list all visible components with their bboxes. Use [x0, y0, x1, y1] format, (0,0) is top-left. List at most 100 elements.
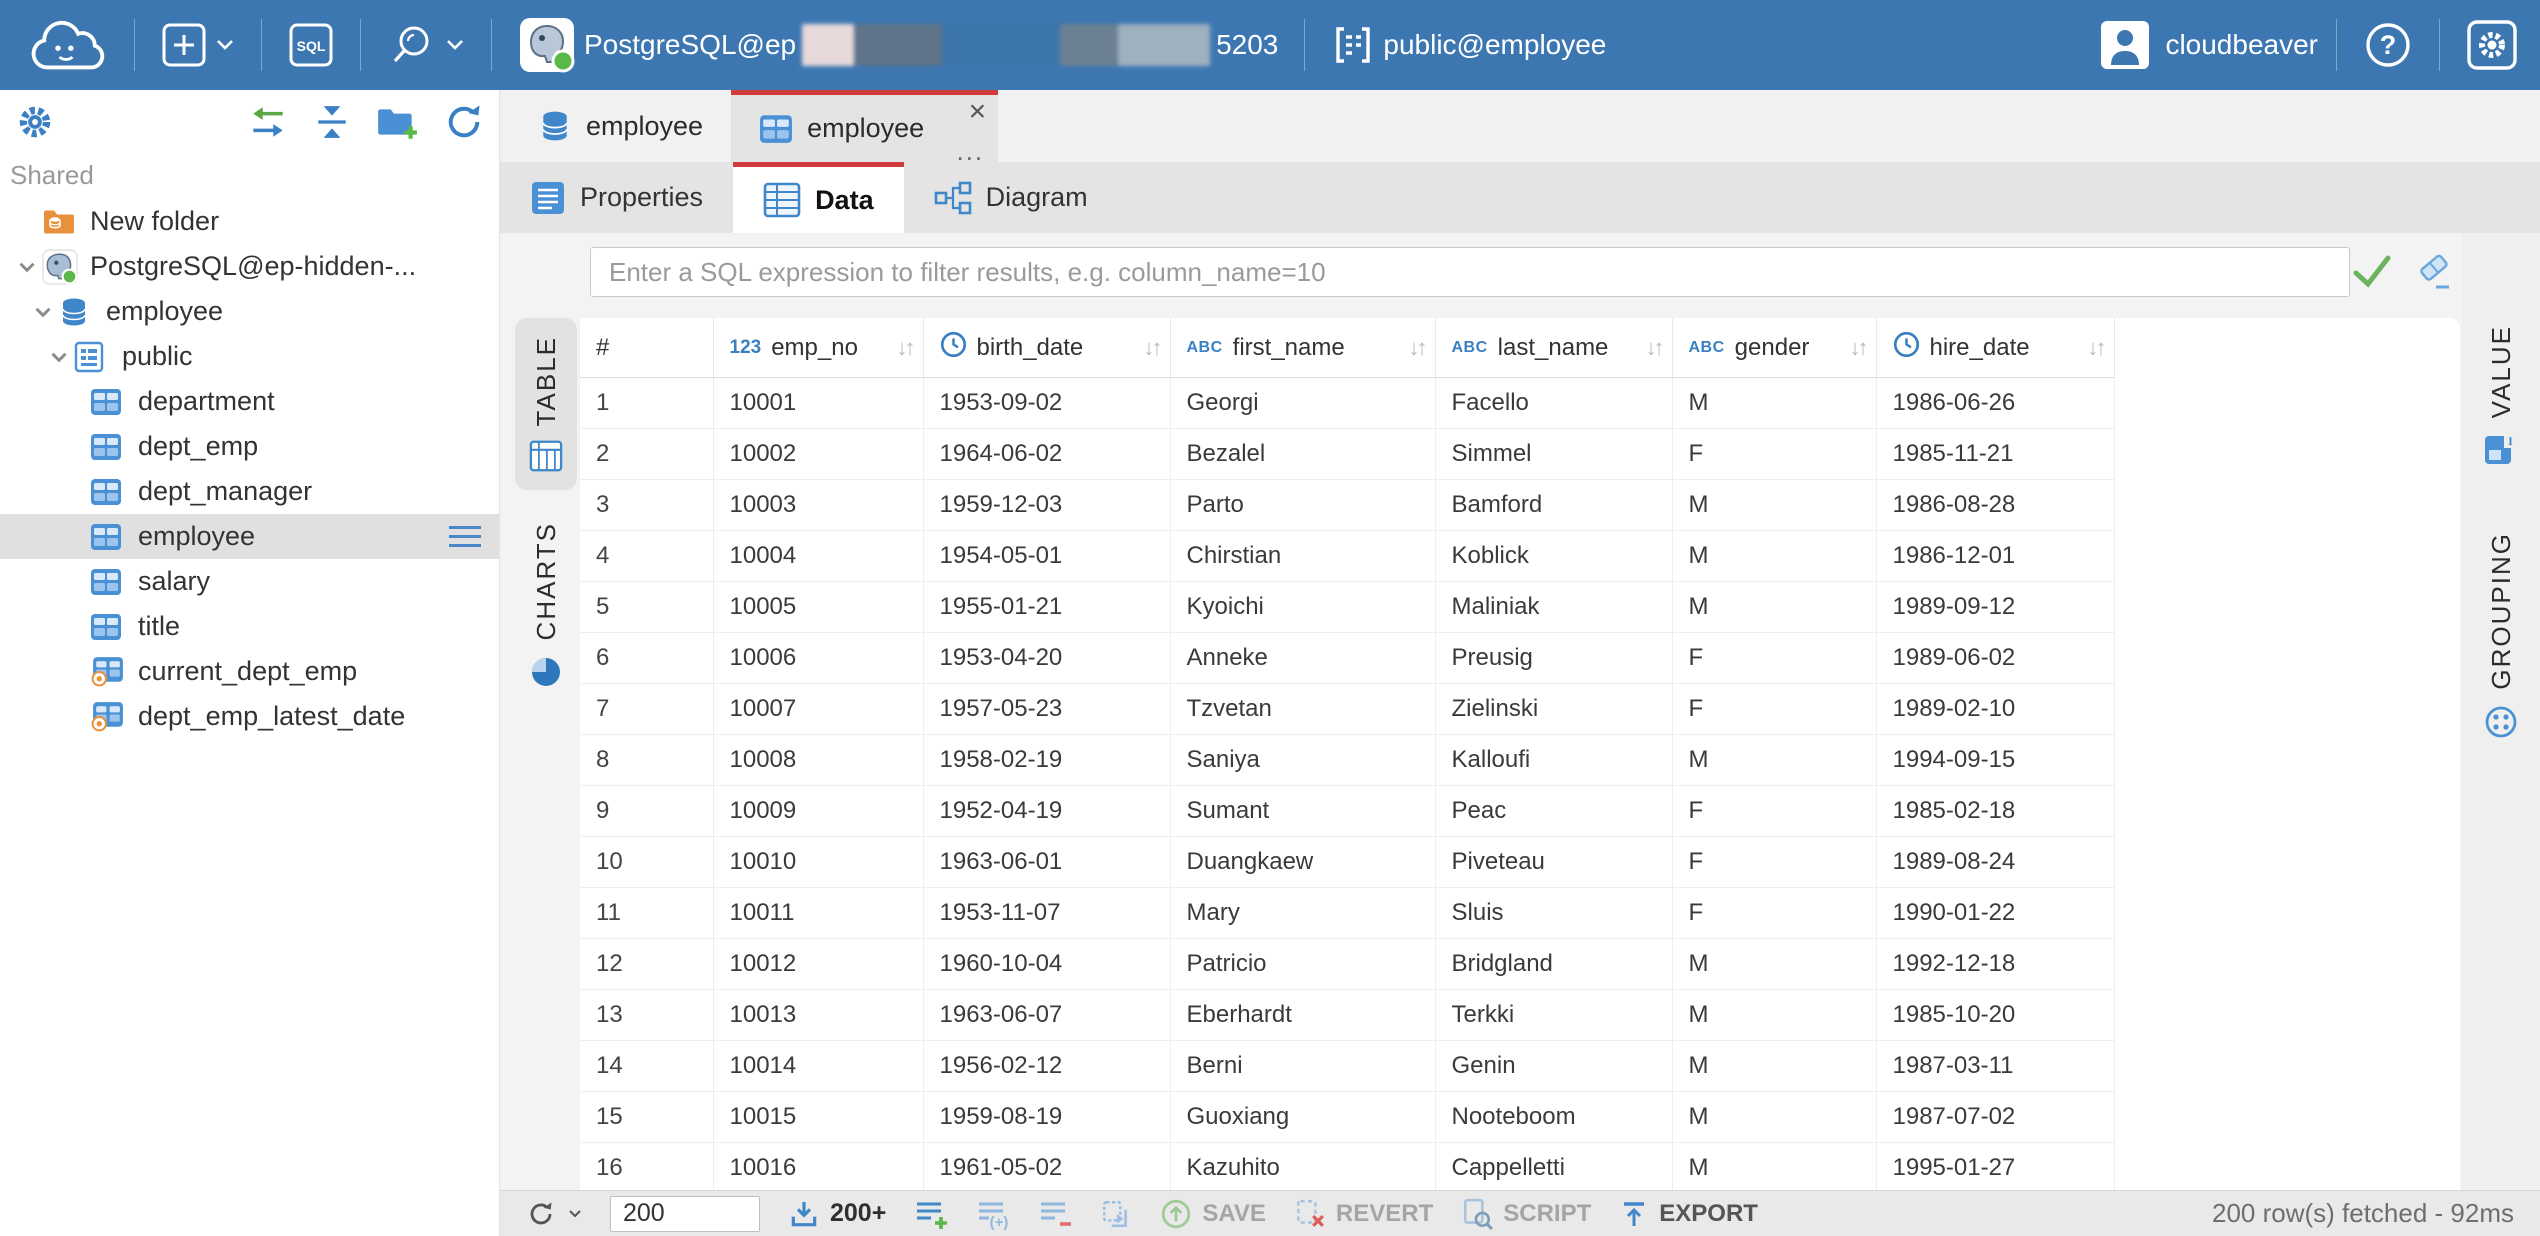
- grid-cell[interactable]: F: [1672, 837, 1876, 888]
- close-icon[interactable]: ×: [969, 97, 987, 127]
- sql-filter-input[interactable]: [590, 247, 2350, 297]
- row-number-cell[interactable]: 3: [580, 480, 713, 531]
- grid-cell[interactable]: 1987-03-11: [1876, 1041, 2114, 1092]
- grid-cell[interactable]: Chirstian: [1170, 531, 1435, 582]
- grid-cell[interactable]: 1986-06-26: [1876, 378, 2114, 429]
- chevron-down-icon[interactable]: [28, 299, 58, 325]
- tab-data[interactable]: Data: [733, 162, 904, 233]
- chevron-down-icon[interactable]: [12, 254, 42, 280]
- grid-cell[interactable]: 10004: [713, 531, 923, 582]
- grid-cell[interactable]: Parto: [1170, 480, 1435, 531]
- grid-cell[interactable]: 1989-08-24: [1876, 837, 2114, 888]
- row-number-cell[interactable]: 16: [580, 1143, 713, 1191]
- row-number-cell[interactable]: 1: [580, 378, 713, 429]
- column-header-first_name[interactable]: ABCfirst_name↓↑: [1170, 318, 1435, 378]
- grid-cell[interactable]: M: [1672, 1041, 1876, 1092]
- grid-cell[interactable]: 1989-09-12: [1876, 582, 2114, 633]
- row-number-cell[interactable]: 5: [580, 582, 713, 633]
- sidebar-item-employee[interactable]: employee: [0, 514, 499, 559]
- grid-cell[interactable]: 1959-08-19: [923, 1092, 1170, 1143]
- user-menu[interactable]: cloudbeaver: [2099, 19, 2318, 71]
- grid-cell[interactable]: 1963-06-07: [923, 990, 1170, 1041]
- grid-cell[interactable]: Guoxiang: [1170, 1092, 1435, 1143]
- grid-cell[interactable]: 10016: [713, 1143, 923, 1191]
- row-number-cell[interactable]: 7: [580, 684, 713, 735]
- grid-cell[interactable]: 1986-08-28: [1876, 480, 2114, 531]
- save-button[interactable]: SAVE: [1160, 1198, 1266, 1230]
- row-number-cell[interactable]: 13: [580, 990, 713, 1041]
- grid-cell[interactable]: Cappelletti: [1435, 1143, 1672, 1191]
- row-number-cell[interactable]: 4: [580, 531, 713, 582]
- new-object-button[interactable]: [153, 22, 243, 68]
- grid-cell[interactable]: 1964-06-02: [923, 429, 1170, 480]
- grid-cell[interactable]: Koblick: [1435, 531, 1672, 582]
- grid-cell[interactable]: Bamford: [1435, 480, 1672, 531]
- sort-arrows-icon[interactable]: ↓↑: [1144, 335, 1160, 361]
- sidebar-item-department[interactable]: department: [0, 379, 499, 424]
- tab-value-panel[interactable]: VALUE I: [2483, 325, 2519, 468]
- connection-selector[interactable]: PostgreSQL@ep5203: [510, 16, 1286, 74]
- grid-cell[interactable]: 1953-04-20: [923, 633, 1170, 684]
- grid-cell[interactable]: 10006: [713, 633, 923, 684]
- grid-cell[interactable]: 1994-09-15: [1876, 735, 2114, 786]
- sidebar-item-public[interactable]: public: [0, 334, 499, 379]
- grid-cell[interactable]: Facello: [1435, 378, 1672, 429]
- tab-diagram[interactable]: Diagram: [904, 162, 1118, 233]
- revert-button[interactable]: REVERT: [1294, 1198, 1433, 1230]
- add-row-button[interactable]: [914, 1198, 948, 1230]
- copy-results-button[interactable]: [1100, 1198, 1132, 1230]
- refresh-tree-button[interactable]: [443, 101, 485, 148]
- grid-cell[interactable]: 10012: [713, 939, 923, 990]
- grid-cell[interactable]: Maliniak: [1435, 582, 1672, 633]
- grid-cell[interactable]: 1986-12-01: [1876, 531, 2114, 582]
- grid-cell[interactable]: Preusig: [1435, 633, 1672, 684]
- grid-cell[interactable]: M: [1672, 939, 1876, 990]
- grid-cell[interactable]: Bridgland: [1435, 939, 1672, 990]
- sidebar-item-dept-manager[interactable]: dept_manager: [0, 469, 499, 514]
- grid-cell[interactable]: 1985-10-20: [1876, 990, 2114, 1041]
- grid-cell[interactable]: Tzvetan: [1170, 684, 1435, 735]
- sort-arrows-icon[interactable]: ↓↑: [1850, 335, 1866, 361]
- grid-cell[interactable]: 1959-12-03: [923, 480, 1170, 531]
- grid-cell[interactable]: M: [1672, 735, 1876, 786]
- grid-cell[interactable]: 1960-10-04: [923, 939, 1170, 990]
- sidebar-item-salary[interactable]: salary: [0, 559, 499, 604]
- grid-cell[interactable]: 10005: [713, 582, 923, 633]
- grid-cell[interactable]: 10007: [713, 684, 923, 735]
- grid-cell[interactable]: Anneke: [1170, 633, 1435, 684]
- sort-arrows-icon[interactable]: ↓↑: [1646, 335, 1662, 361]
- row-number-cell[interactable]: 2: [580, 429, 713, 480]
- grid-cell[interactable]: Nooteboom: [1435, 1092, 1672, 1143]
- grid-cell[interactable]: Peac: [1435, 786, 1672, 837]
- grid-cell[interactable]: Mary: [1170, 888, 1435, 939]
- grid-cell[interactable]: M: [1672, 990, 1876, 1041]
- row-number-cell[interactable]: 15: [580, 1092, 713, 1143]
- help-button[interactable]: ?: [2355, 20, 2421, 70]
- grid-cell[interactable]: 1989-06-02: [1876, 633, 2114, 684]
- chevron-down-icon[interactable]: [44, 344, 74, 370]
- sidebar-item-new-folder[interactable]: New folder: [0, 199, 499, 244]
- grid-cell[interactable]: Duangkaew: [1170, 837, 1435, 888]
- grid-cell[interactable]: 10013: [713, 990, 923, 1041]
- grid-cell[interactable]: 1989-02-10: [1876, 684, 2114, 735]
- tab-grouping-panel[interactable]: GROUPING: [2483, 532, 2519, 740]
- grid-cell[interactable]: Sluis: [1435, 888, 1672, 939]
- grid-cell[interactable]: F: [1672, 429, 1876, 480]
- sort-arrows-icon[interactable]: ↓↑: [897, 335, 913, 361]
- grid-cell[interactable]: 1953-09-02: [923, 378, 1170, 429]
- grid-cell[interactable]: 10002: [713, 429, 923, 480]
- schema-selector[interactable]: public@employee: [1323, 23, 1614, 67]
- grid-cell[interactable]: Georgi: [1170, 378, 1435, 429]
- grid-cell[interactable]: M: [1672, 378, 1876, 429]
- clear-filter-button[interactable]: [2414, 251, 2454, 296]
- refresh-results-button[interactable]: [526, 1199, 582, 1229]
- new-folder-button[interactable]: [375, 103, 419, 146]
- grid-cell[interactable]: Simmel: [1435, 429, 1672, 480]
- grid-cell[interactable]: 1992-12-18: [1876, 939, 2114, 990]
- grid-cell[interactable]: 1990-01-22: [1876, 888, 2114, 939]
- grid-cell[interactable]: F: [1672, 888, 1876, 939]
- grid-cell[interactable]: 1987-07-02: [1876, 1092, 2114, 1143]
- grid-cell[interactable]: 1985-02-18: [1876, 786, 2114, 837]
- grid-cell[interactable]: 1955-01-21: [923, 582, 1170, 633]
- sidebar-item-dept-emp-latest-date[interactable]: dept_emp_latest_date: [0, 694, 499, 739]
